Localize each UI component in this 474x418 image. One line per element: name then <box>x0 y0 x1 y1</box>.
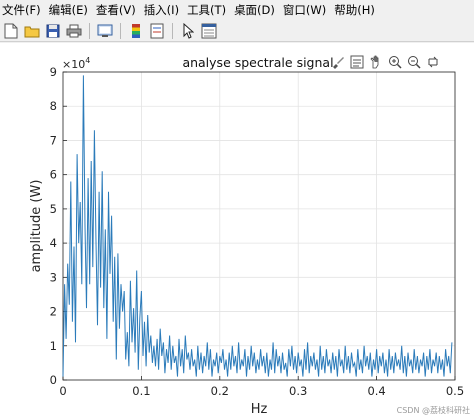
zoom-out-icon[interactable] <box>405 53 423 71</box>
watermark: CSDN @荔枝科研社 <box>396 406 470 415</box>
y-tick-label: 4 <box>50 236 57 250</box>
exponent-power: 4 <box>85 56 90 65</box>
chart-title: analyse spectrale signal <box>182 55 333 70</box>
exponent-base: ×10 <box>62 58 85 71</box>
pan-icon[interactable] <box>367 53 385 71</box>
y-tick-label: 2 <box>50 305 57 319</box>
x-tick-label: 0.4 <box>367 384 385 398</box>
x-tick-label: 0.5 <box>446 384 464 398</box>
x-tick-label: 0 <box>59 384 66 398</box>
y-exponent-label: ×104 <box>62 56 90 71</box>
y-tick-label: 8 <box>50 99 57 113</box>
axes-box <box>62 71 456 381</box>
data-tips-icon[interactable] <box>348 53 366 71</box>
zoom-in-icon[interactable] <box>386 53 404 71</box>
x-axis-label: Hz <box>251 402 268 417</box>
y-tick-label: 1 <box>50 339 57 353</box>
x-tick-label: 0.1 <box>132 384 150 398</box>
y-tick-label: 9 <box>50 65 57 79</box>
brush-icon[interactable] <box>329 53 347 71</box>
y-tick-label: 7 <box>50 133 57 147</box>
axes-toolbar <box>329 51 442 73</box>
x-tick-label: 0.2 <box>211 384 229 398</box>
grid <box>62 71 456 381</box>
y-tick-label: 0 <box>50 373 57 387</box>
restore-view-icon[interactable] <box>424 53 442 71</box>
series-line <box>62 75 453 377</box>
y-tick-label: 3 <box>50 270 57 284</box>
y-axis-label: amplitude (W) <box>29 180 44 273</box>
y-tick-label: 5 <box>50 202 57 216</box>
x-tick-label: 0.3 <box>289 384 307 398</box>
y-tick-label: 6 <box>50 168 57 182</box>
